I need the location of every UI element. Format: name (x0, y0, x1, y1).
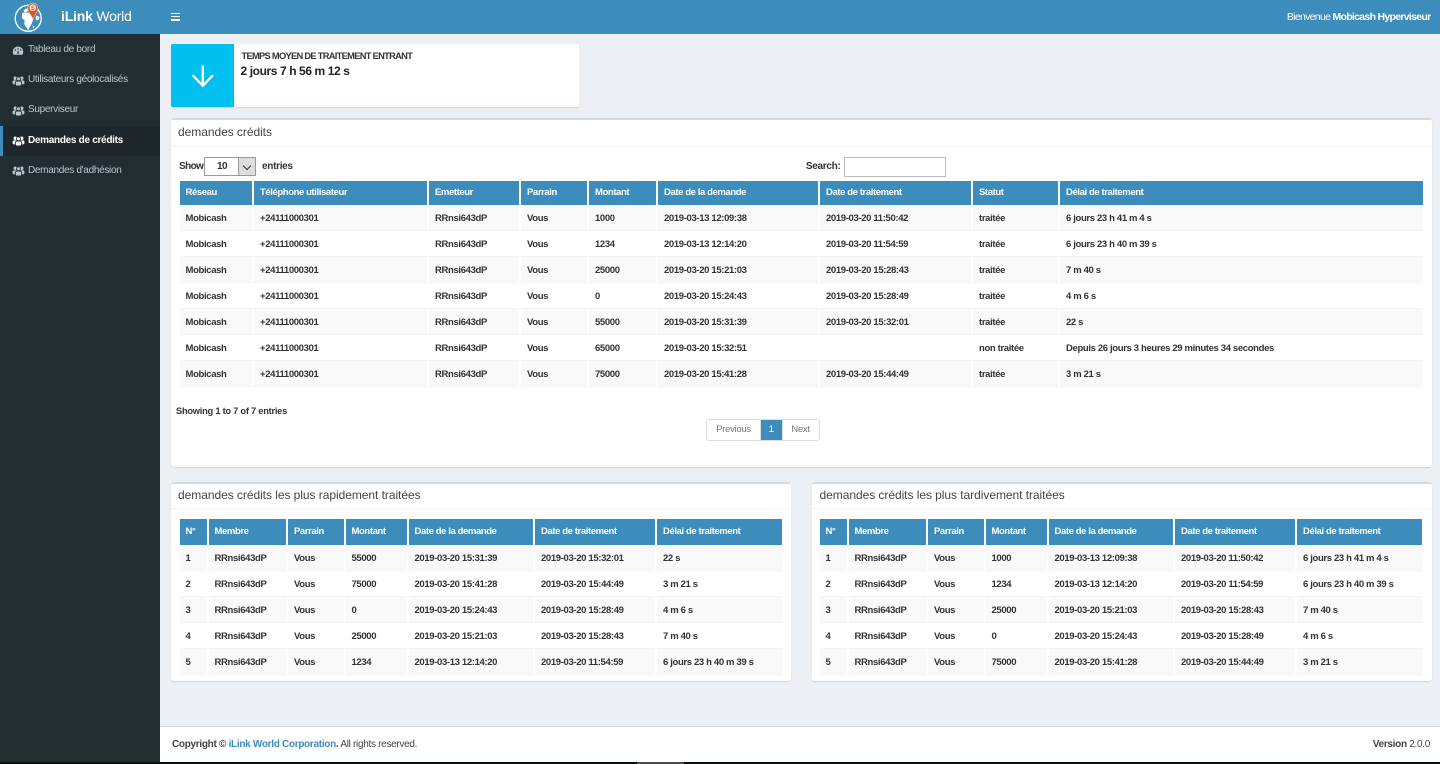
svg-text:$: $ (31, 5, 35, 12)
